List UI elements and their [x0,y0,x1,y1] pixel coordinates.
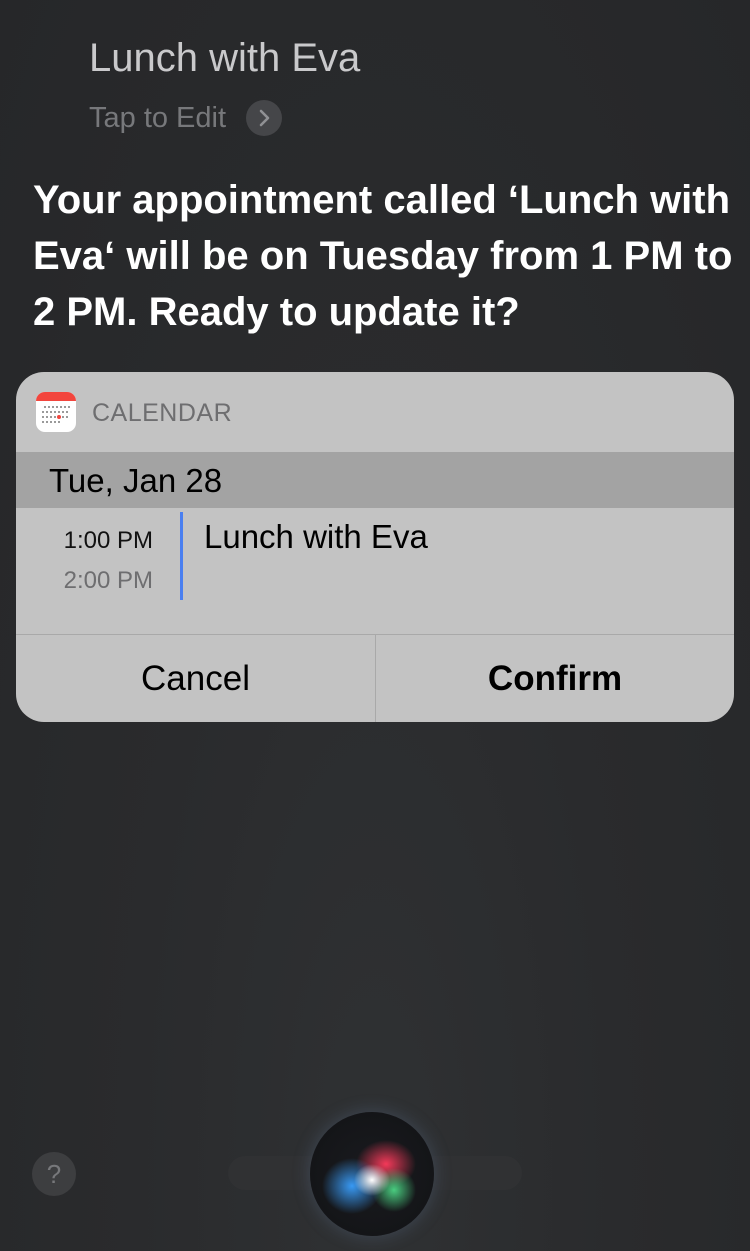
date-label: Tue, Jan 28 [49,462,223,499]
event-row[interactable]: 1:00 PM 2:00 PM Lunch with Eva [16,508,734,634]
calendar-app-icon [36,392,76,432]
date-header: Tue, Jan 28 [16,452,734,508]
siri-orb-icon[interactable] [310,1112,434,1236]
siri-query-text: Lunch with Eva [89,36,361,80]
event-end-time: 2:00 PM [63,567,153,594]
app-name-label: CALENDAR [92,399,233,427]
help-button[interactable]: ? [32,1152,76,1196]
chevron-right-icon [246,100,283,136]
event-color-bar [180,512,183,600]
siri-response-text: Your appointment called ‘Lunch with Eva‘… [33,178,733,334]
calendar-card: CALENDAR Tue, Jan 28 1:00 PM 2:00 PM Lun… [16,372,734,722]
card-header: CALENDAR [16,372,734,452]
event-title: Lunch with Eva [204,518,428,555]
tap-to-edit-label: Tap to Edit [89,101,227,134]
event-start-time: 1:00 PM [63,527,153,554]
tap-to-edit-button[interactable]: Tap to Edit [89,100,283,136]
cancel-button[interactable]: Cancel [16,635,375,722]
confirm-button[interactable]: Confirm [376,635,734,722]
